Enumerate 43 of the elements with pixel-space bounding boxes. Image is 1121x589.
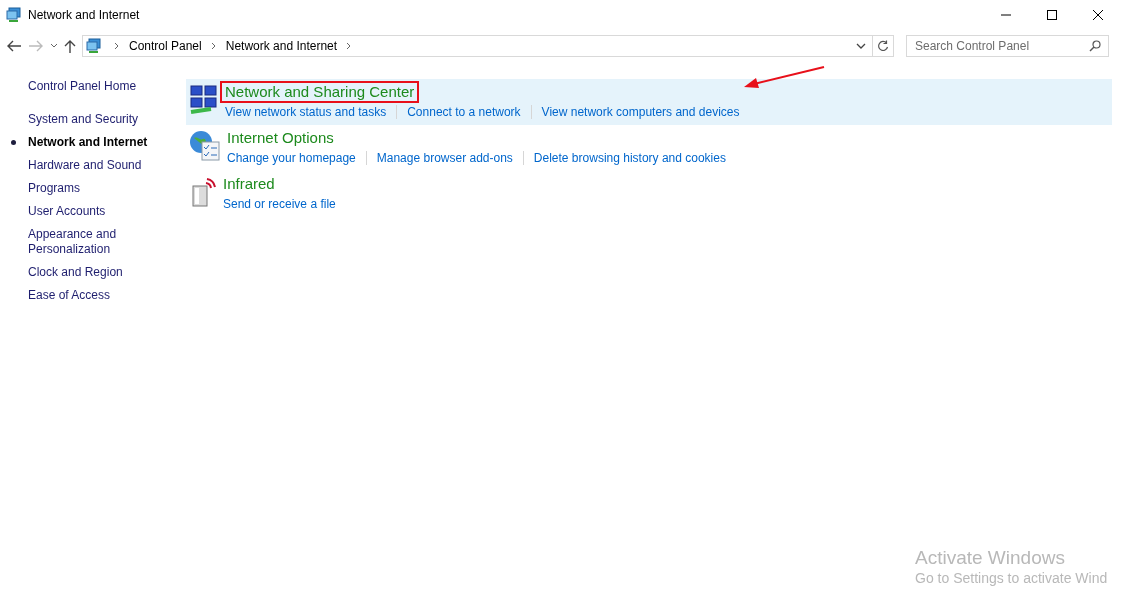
- sidebar-item[interactable]: Clock and Region: [28, 265, 186, 280]
- sidebar-item[interactable]: Programs: [28, 181, 186, 196]
- task-link[interactable]: View network status and tasks: [225, 103, 387, 121]
- category-title[interactable]: Internet Options: [222, 127, 339, 149]
- task-link[interactable]: Connect to a network: [407, 103, 521, 121]
- task-link[interactable]: Delete browsing history and cookies: [533, 149, 726, 167]
- location-icon: [86, 38, 102, 54]
- category-title[interactable]: Infrared: [218, 173, 280, 195]
- sidebar-item[interactable]: Appearance and Personalization: [28, 227, 128, 257]
- infrared-device-icon: [189, 176, 217, 208]
- recent-dropdown[interactable]: [50, 43, 58, 49]
- sidebar-item[interactable]: User Accounts: [28, 204, 186, 219]
- sidebar-item[interactable]: System and Security: [28, 112, 186, 127]
- search-field[interactable]: Search Control Panel: [906, 35, 1109, 57]
- activation-message: Go to Settings to activate Wind: [915, 569, 1108, 587]
- sidebar-item[interactable]: Hardware and Sound: [28, 158, 186, 173]
- globe-checklist-icon: [189, 130, 221, 162]
- task-link[interactable]: View network computers and devices: [541, 103, 740, 121]
- refresh-icon[interactable]: [877, 40, 889, 52]
- close-icon: [1093, 10, 1103, 20]
- chevron-icon: [346, 42, 353, 50]
- category-title[interactable]: Network and Sharing Center: [220, 81, 420, 103]
- sidebar-link[interactable]: Control Panel Home: [28, 79, 186, 94]
- back-button[interactable]: [6, 40, 22, 52]
- search-icon[interactable]: [1089, 40, 1101, 52]
- chevron-icon: [210, 42, 217, 50]
- chevron-icon: [114, 42, 120, 50]
- sidebar-item[interactable]: Ease of Access: [28, 288, 186, 303]
- address-bar[interactable]: Control Panel Network and Internet: [82, 35, 894, 57]
- bullet-icon: [11, 140, 16, 145]
- up-button[interactable]: [64, 39, 76, 53]
- maximize-icon: [1047, 10, 1057, 20]
- dropdown-icon[interactable]: [856, 42, 866, 50]
- activation-title: Activate Windows: [915, 547, 1066, 570]
- task-link[interactable]: Change your homepage: [227, 149, 356, 167]
- task-link[interactable]: Send or receive a file: [223, 195, 336, 213]
- breadcrumb[interactable]: Control Panel: [129, 37, 202, 55]
- network-icon: [6, 7, 22, 23]
- network-computers-icon: [189, 84, 219, 116]
- sidebar-item[interactable]: Network and Internet: [28, 135, 186, 150]
- breadcrumb[interactable]: Network and Internet: [225, 37, 338, 55]
- window-title: Network and Internet: [28, 7, 140, 24]
- task-link[interactable]: Manage browser add-ons: [376, 149, 513, 167]
